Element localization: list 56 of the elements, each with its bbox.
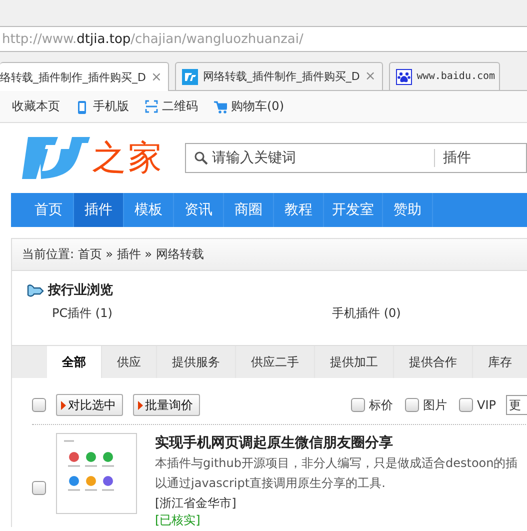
cart-icon xyxy=(214,100,227,114)
toolbar-link[interactable]: 手机版 xyxy=(76,98,129,115)
nav-item[interactable]: 教程 xyxy=(274,193,324,227)
filter-tab[interactable]: 提供合作 xyxy=(394,346,473,378)
filter-tab[interactable]: 提供服务 xyxy=(157,346,236,378)
toolbar-link[interactable]: 二维码 xyxy=(145,98,198,115)
filter-tab[interactable]: 库存 xyxy=(473,346,527,378)
category-link[interactable]: 手机插件 (0) xyxy=(332,305,527,322)
logo-icon xyxy=(22,135,90,181)
browser-tab[interactable]: 网络转载_插件制作_插件购买_D × xyxy=(174,62,383,90)
filter-checkbox[interactable] xyxy=(405,398,420,412)
nav-item[interactable]: 资讯 xyxy=(174,193,224,227)
logo-text: 之家 xyxy=(92,137,164,180)
browser-tab[interactable]: www.baidu.com xyxy=(388,62,500,90)
toolbar-link[interactable]: 购物车(0) xyxy=(214,98,284,115)
section-title: 按行业浏览 xyxy=(48,282,113,299)
verified-tag: [已核实] xyxy=(155,513,200,527)
listing-checkbox[interactable] xyxy=(32,481,46,495)
toolbar-link[interactable]: 收藏本页 xyxy=(12,98,60,115)
search-icon xyxy=(194,151,208,165)
nav-item[interactable]: 插件 xyxy=(74,193,124,227)
filter-checkbox[interactable] xyxy=(459,398,474,412)
filter-checkbox[interactable] xyxy=(351,398,366,412)
listing-location: [浙江省金华市] xyxy=(155,495,238,512)
filter-tab[interactable]: 提供加工 xyxy=(315,346,394,378)
close-tab-button[interactable]: × xyxy=(150,70,162,84)
nav-item[interactable]: 模板 xyxy=(124,193,174,227)
filter-tab[interactable]: 供应 xyxy=(102,346,157,378)
pointing-hand-icon xyxy=(26,283,44,297)
breadcrumb: 当前位置: 首页 » 插件 » 网络转载 xyxy=(12,239,527,271)
category-link[interactable]: PC插件 (1) xyxy=(52,305,332,322)
address-bar[interactable]: http://www.dtjia.top/chajian/wangluozhuanzai/ xyxy=(0,26,527,52)
nav-item[interactable]: 开发室 xyxy=(324,193,383,227)
listing-title[interactable]: 实现手机网页调起原生微信朋友圈分享 xyxy=(155,433,518,453)
filter-label: 标价 xyxy=(369,396,394,414)
filter-label: 图片 xyxy=(423,396,448,414)
paw-icon xyxy=(396,68,412,84)
listing-description: 以通过javascript直接调用原生分享的工具. xyxy=(155,475,386,492)
select-all-checkbox[interactable] xyxy=(32,398,46,412)
nav-item[interactable]: 赞助 xyxy=(383,193,433,227)
nav-item[interactable]: 商圈 xyxy=(224,193,274,227)
filter-tab[interactable]: 供应二手 xyxy=(236,346,315,378)
triangle-icon xyxy=(61,400,66,410)
logo-icon xyxy=(182,68,198,84)
filter-label: VIP xyxy=(477,398,496,412)
search-field[interactable]: 请输入关键词 插件 xyxy=(185,143,527,173)
listing-description: 本插件与github开源项目，非分人编写，只是做成适合destoon的插 xyxy=(155,455,518,472)
triangle-icon xyxy=(138,400,143,410)
phone-icon xyxy=(76,100,89,114)
action-button[interactable]: 批量询价 xyxy=(133,394,200,416)
browser-tab[interactable]: 络转载_插件制作_插件购买_D × xyxy=(0,62,169,91)
qr-code-icon xyxy=(145,100,158,114)
sort-select[interactable]: 更 xyxy=(506,395,527,415)
action-button[interactable]: 对比选中 xyxy=(56,394,123,416)
filter-tab[interactable]: 全部 xyxy=(47,346,102,378)
search-scope-select[interactable]: 插件 xyxy=(434,149,471,167)
